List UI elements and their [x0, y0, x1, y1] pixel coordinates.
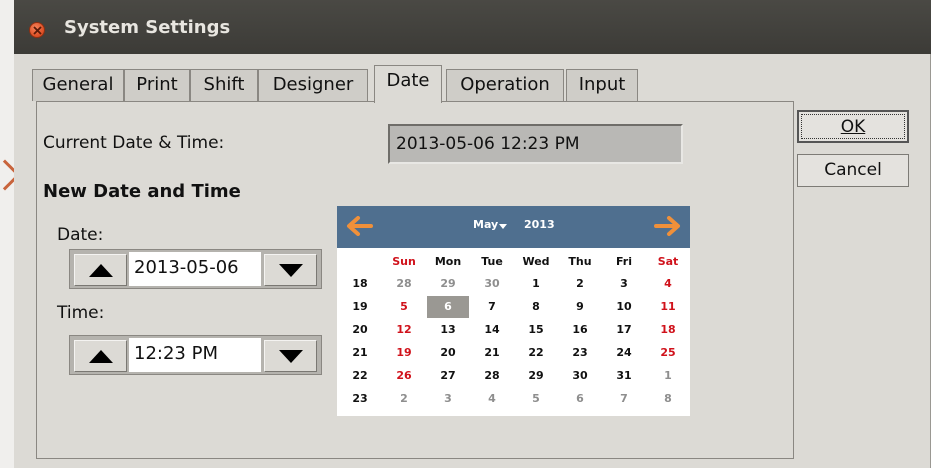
calendar-day[interactable]: 1 [515, 273, 557, 295]
cancel-button-label: Cancel [824, 160, 882, 180]
calendar-day[interactable]: 9 [559, 296, 601, 318]
ok-button-label: OK [840, 117, 866, 137]
calendar-day[interactable]: 17 [603, 319, 645, 341]
calendar-day[interactable]: 5 [515, 388, 557, 410]
calendar-widget: May 2013 Sun Mon Tue Wed Thu Fri Sat 18 28 29 30 1 2… [337, 206, 690, 416]
calendar-week-number: 23 [352, 392, 368, 405]
date-decrement-button[interactable] [264, 254, 317, 286]
calendar-day[interactable]: 12 [383, 319, 425, 341]
calendar-day[interactable]: 28 [383, 273, 425, 295]
title-bar: System Settings [14, 0, 931, 54]
calendar-day[interactable]: 5 [383, 296, 425, 318]
calendar-year[interactable]: 2013 [524, 218, 555, 231]
calendar-header: May 2013 [337, 206, 690, 248]
calendar-weekday-header: Fri [615, 255, 632, 268]
tab-general[interactable]: General [32, 69, 124, 101]
new-date-time-heading: New Date and Time [43, 181, 241, 202]
arrow-right-icon[interactable] [654, 216, 682, 236]
tab-operation[interactable]: Operation [446, 69, 564, 101]
close-icon[interactable] [29, 22, 45, 38]
calendar-day[interactable]: 6 [427, 296, 469, 318]
calendar-weekday-header: Sat [657, 255, 679, 268]
time-label: Time: [57, 303, 105, 323]
calendar-day[interactable]: 25 [647, 342, 689, 364]
date-label: Date: [57, 225, 104, 245]
calendar-day[interactable]: 15 [515, 319, 557, 341]
background-strip [0, 0, 14, 468]
calendar-day[interactable]: 26 [383, 365, 425, 387]
calendar-day[interactable]: 11 [647, 296, 689, 318]
calendar-week-number: 20 [352, 323, 368, 336]
calendar-day[interactable]: 7 [603, 388, 645, 410]
calendar-day[interactable]: 31 [603, 365, 645, 387]
calendar-day[interactable]: 7 [471, 296, 513, 318]
calendar-weekday-header: Thu [568, 255, 592, 268]
calendar-day[interactable]: 6 [559, 388, 601, 410]
tab-designer[interactable]: Designer [258, 69, 368, 101]
calendar-day[interactable]: 3 [427, 388, 469, 410]
calendar-week-number: 19 [352, 300, 368, 313]
calendar-day[interactable]: 2 [383, 388, 425, 410]
calendar-day[interactable]: 8 [515, 296, 557, 318]
calendar-day[interactable]: 20 [427, 342, 469, 364]
calendar-day[interactable]: 10 [603, 296, 645, 318]
calendar-day[interactable]: 16 [559, 319, 601, 341]
ok-button[interactable]: OK [797, 110, 909, 143]
date-input[interactable]: 2013-05-06 [129, 252, 261, 286]
time-spinner: 12:23 PM [69, 335, 322, 375]
calendar-day[interactable]: 28 [471, 365, 513, 387]
tab-shift[interactable]: Shift [190, 69, 258, 101]
calendar-day[interactable]: 13 [427, 319, 469, 341]
calendar-day[interactable]: 23 [559, 342, 601, 364]
time-decrement-button[interactable] [264, 340, 317, 372]
calendar-day[interactable]: 4 [471, 388, 513, 410]
calendar-day[interactable]: 29 [515, 365, 557, 387]
arrow-up-icon [89, 264, 113, 277]
calendar-week-number: 18 [352, 277, 368, 290]
calendar-week-number: 21 [352, 346, 368, 359]
arrow-down-icon [279, 350, 303, 363]
arrow-up-icon [89, 350, 113, 363]
date-increment-button[interactable] [74, 254, 127, 286]
date-tab-panel: Current Date & Time: 2013-05-06 12:23 PM… [36, 101, 794, 459]
calendar-day[interactable]: 14 [471, 319, 513, 341]
time-increment-button[interactable] [74, 340, 127, 372]
calendar-day[interactable]: 3 [603, 273, 645, 295]
calendar-day[interactable]: 2 [559, 273, 601, 295]
calendar-day[interactable]: 1 [647, 365, 689, 387]
calendar-day[interactable]: 22 [515, 342, 557, 364]
calendar-month-selector[interactable]: May [473, 218, 498, 231]
calendar-day[interactable]: 30 [559, 365, 601, 387]
current-date-label: Current Date & Time: [43, 133, 225, 153]
calendar-day[interactable]: 18 [647, 319, 689, 341]
arrow-down-icon [279, 264, 303, 277]
tab-date[interactable]: Date [374, 65, 442, 103]
current-date-field: 2013-05-06 12:23 PM [388, 124, 683, 164]
time-input[interactable]: 12:23 PM [129, 338, 261, 372]
arrow-left-icon[interactable] [345, 216, 373, 236]
calendar-day[interactable]: 21 [471, 342, 513, 364]
calendar-day[interactable]: 24 [603, 342, 645, 364]
system-settings-dialog: System Settings General Print Shift Desi… [14, 0, 931, 468]
window-title: System Settings [64, 17, 231, 38]
calendar-day[interactable]: 4 [647, 273, 689, 295]
calendar-weekday-header: Mon [434, 255, 462, 268]
calendar-day[interactable]: 29 [427, 273, 469, 295]
calendar-week-number: 22 [352, 369, 368, 382]
caret-down-icon [499, 224, 507, 229]
tab-print[interactable]: Print [124, 69, 190, 101]
calendar-day[interactable]: 8 [647, 388, 689, 410]
calendar-day[interactable]: 27 [427, 365, 469, 387]
cancel-button[interactable]: Cancel [797, 154, 909, 187]
calendar-weekday-header: Sun [392, 255, 416, 268]
calendar-weekday-header: Tue [481, 255, 503, 268]
date-spinner: 2013-05-06 [69, 249, 322, 289]
calendar-day[interactable]: 19 [383, 342, 425, 364]
tab-input[interactable]: Input [566, 69, 638, 101]
calendar-day[interactable]: 30 [471, 273, 513, 295]
calendar-weekday-header: Wed [522, 255, 550, 268]
